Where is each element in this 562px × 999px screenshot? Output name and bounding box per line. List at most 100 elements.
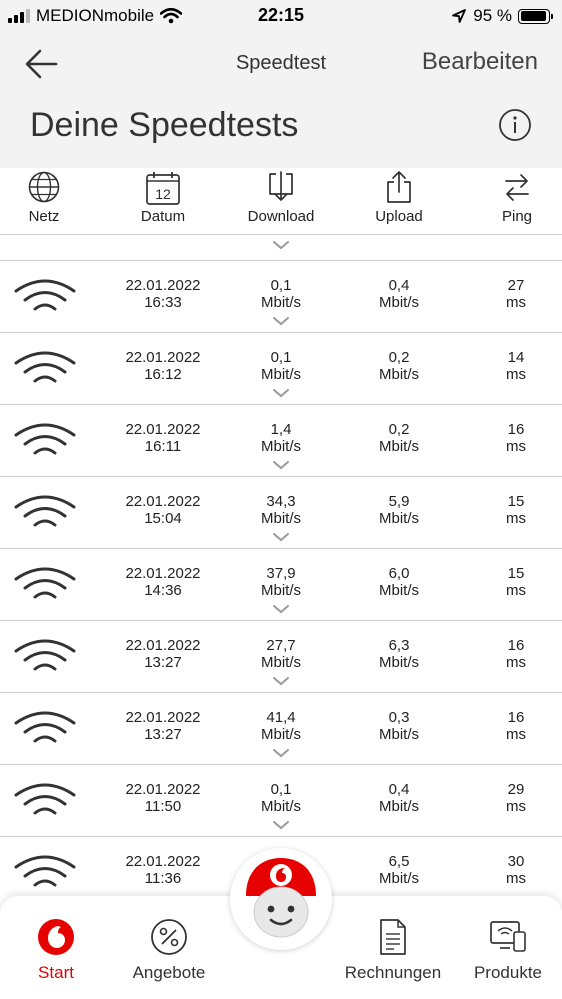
row-ping-value: 14: [507, 349, 525, 366]
chevron-down-icon[interactable]: [272, 316, 290, 326]
row-download-unit: Mbit/s: [260, 582, 301, 599]
row-ping: 30 ms: [486, 853, 546, 887]
row-upload: 5,9 Mbit/s: [349, 493, 449, 527]
row-date-value: 22.01.2022: [125, 493, 201, 510]
edit-button[interactable]: Bearbeiten: [422, 48, 538, 76]
row-upload-value: 0,2: [388, 349, 410, 366]
row-download-value: 1,4: [270, 421, 292, 438]
row-ping-value: 15: [507, 493, 525, 510]
speedtest-row[interactable]: 22.01.2022 16:33 0,1 Mbit/s 0,4 Mbit/s 2…: [0, 261, 562, 333]
speedtest-row[interactable]: 22.01.2022 15:04 34,3 Mbit/s 5,9 Mbit/s …: [0, 477, 562, 549]
tab-offers[interactable]: Angebote: [124, 896, 214, 999]
wifi-icon: [14, 495, 76, 527]
row-date: 22.01.2022 16:33: [103, 277, 223, 311]
page-title: Deine Speedtests: [30, 106, 299, 144]
row-download-unit: Mbit/s: [260, 510, 301, 527]
row-ping-unit: ms: [506, 798, 526, 815]
speedtest-row[interactable]: 22.01.2022 13:27 41,4 Mbit/s 0,3 Mbit/s …: [0, 693, 562, 765]
row-upload: 0,3 Mbit/s: [349, 709, 449, 743]
row-ping-value: 16: [507, 421, 525, 438]
row-date: 22.01.2022 15:04: [103, 493, 223, 527]
wifi-icon: [14, 279, 76, 311]
row-time-value: 11:36: [144, 870, 182, 887]
speedtest-row[interactable]: 22.01.2022 11:50 0,1 Mbit/s 0,4 Mbit/s 2…: [0, 765, 562, 837]
column-download[interactable]: Download: [240, 168, 322, 234]
row-ping: 15 ms: [486, 565, 546, 599]
row-date-value: 22.01.2022: [125, 781, 201, 798]
row-upload: 0,2 Mbit/s: [349, 421, 449, 455]
column-date[interactable]: 12 Datum: [128, 168, 198, 234]
chevron-down-icon[interactable]: [272, 604, 290, 614]
row-date: 22.01.2022 11:36: [103, 853, 223, 887]
info-icon[interactable]: [498, 108, 532, 142]
row-time-value: 11:50: [144, 798, 182, 815]
column-net[interactable]: Netz: [14, 168, 74, 234]
column-upload-label: Upload: [375, 208, 423, 225]
row-upload-unit: Mbit/s: [378, 870, 419, 887]
column-ping[interactable]: Ping: [492, 168, 542, 234]
row-upload-value: 0,4: [388, 277, 410, 294]
row-ping: 15 ms: [486, 493, 546, 527]
tab-bills[interactable]: Rechnungen: [340, 896, 446, 999]
row-date: 22.01.2022 16:11: [103, 421, 223, 455]
battery-icon: [518, 8, 553, 24]
chevron-down-icon[interactable]: [272, 676, 290, 686]
row-upload: 6,0 Mbit/s: [349, 565, 449, 599]
mascot-button[interactable]: [230, 848, 332, 950]
row-download: 0,1 Mbit/s: [231, 277, 331, 311]
page-header: Speedtest Bearbeiten Deine Speedtests: [0, 32, 562, 168]
row-time-value: 16:12: [144, 366, 182, 383]
row-upload-unit: Mbit/s: [378, 654, 419, 671]
chevron-down-icon[interactable]: [272, 388, 290, 398]
row-download: 0,1 Mbit/s: [231, 781, 331, 815]
chevron-down-icon[interactable]: [272, 820, 290, 830]
tab-start-label: Start: [38, 963, 74, 982]
speedtest-row[interactable]: 22.01.2022 16:11 1,4 Mbit/s 0,2 Mbit/s 1…: [0, 405, 562, 477]
chevron-down-icon[interactable]: [272, 532, 290, 542]
chevron-down-icon[interactable]: [272, 460, 290, 470]
row-time-value: 14:36: [144, 582, 182, 599]
row-download-value: 27,7: [266, 637, 296, 654]
globe-icon: [28, 171, 60, 203]
row-ping-value: 16: [507, 709, 525, 726]
tab-offers-label: Angebote: [132, 963, 206, 982]
row-upload-value: 6,5: [388, 853, 410, 870]
row-download: 0,1 Mbit/s: [231, 349, 331, 383]
row-ping: 16 ms: [486, 637, 546, 671]
speedtest-row[interactable]: 22.01.2022 16:12 0,1 Mbit/s 0,2 Mbit/s 1…: [0, 333, 562, 405]
speedtest-row[interactable]: 22.01.2022 14:36 37,9 Mbit/s 6,0 Mbit/s …: [0, 549, 562, 621]
row-ping-value: 30: [507, 853, 525, 870]
list-top-divider: [0, 234, 562, 235]
row-upload-unit: Mbit/s: [378, 438, 419, 455]
row-date-value: 22.01.2022: [125, 565, 201, 582]
row-upload: 6,5 Mbit/s: [349, 853, 449, 887]
row-date-value: 22.01.2022: [125, 349, 201, 366]
row-date-value: 22.01.2022: [125, 277, 201, 294]
devices-icon: [490, 921, 526, 952]
chevron-down-icon[interactable]: [272, 748, 290, 758]
row-download: 27,7 Mbit/s: [231, 637, 331, 671]
tab-bills-label: Rechnungen: [344, 963, 442, 982]
speedtest-row[interactable]: 22.01.2022 13:27 27,7 Mbit/s 6,3 Mbit/s …: [0, 621, 562, 693]
row-ping-unit: ms: [506, 654, 526, 671]
row-download-unit: Mbit/s: [260, 654, 301, 671]
row-download-value: 37,9: [266, 565, 296, 582]
column-upload[interactable]: Upload: [364, 168, 434, 234]
row-upload-value: 0,4: [388, 781, 410, 798]
row-upload: 0,2 Mbit/s: [349, 349, 449, 383]
battery-percent: 95 %: [473, 6, 512, 25]
row-ping-unit: ms: [506, 726, 526, 743]
row-download-value: 41,4: [266, 709, 296, 726]
row-upload: 0,4 Mbit/s: [349, 277, 449, 311]
column-net-label: Netz: [28, 208, 60, 225]
tab-products-label: Produkte: [473, 963, 543, 982]
row-ping: 16 ms: [486, 709, 546, 743]
tab-start[interactable]: Start: [18, 896, 94, 999]
row-download-unit: Mbit/s: [260, 726, 301, 743]
column-header-bar: Netz 12 Datum Download Upload Ping: [0, 168, 562, 234]
row-date: 22.01.2022 14:36: [103, 565, 223, 599]
row-date: 22.01.2022 13:27: [103, 637, 223, 671]
tab-products[interactable]: Produkte: [468, 896, 548, 999]
row-date-value: 22.01.2022: [125, 853, 201, 870]
speedtest-list[interactable]: 22.01.2022 16:33 0,1 Mbit/s 0,4 Mbit/s 2…: [0, 234, 562, 894]
